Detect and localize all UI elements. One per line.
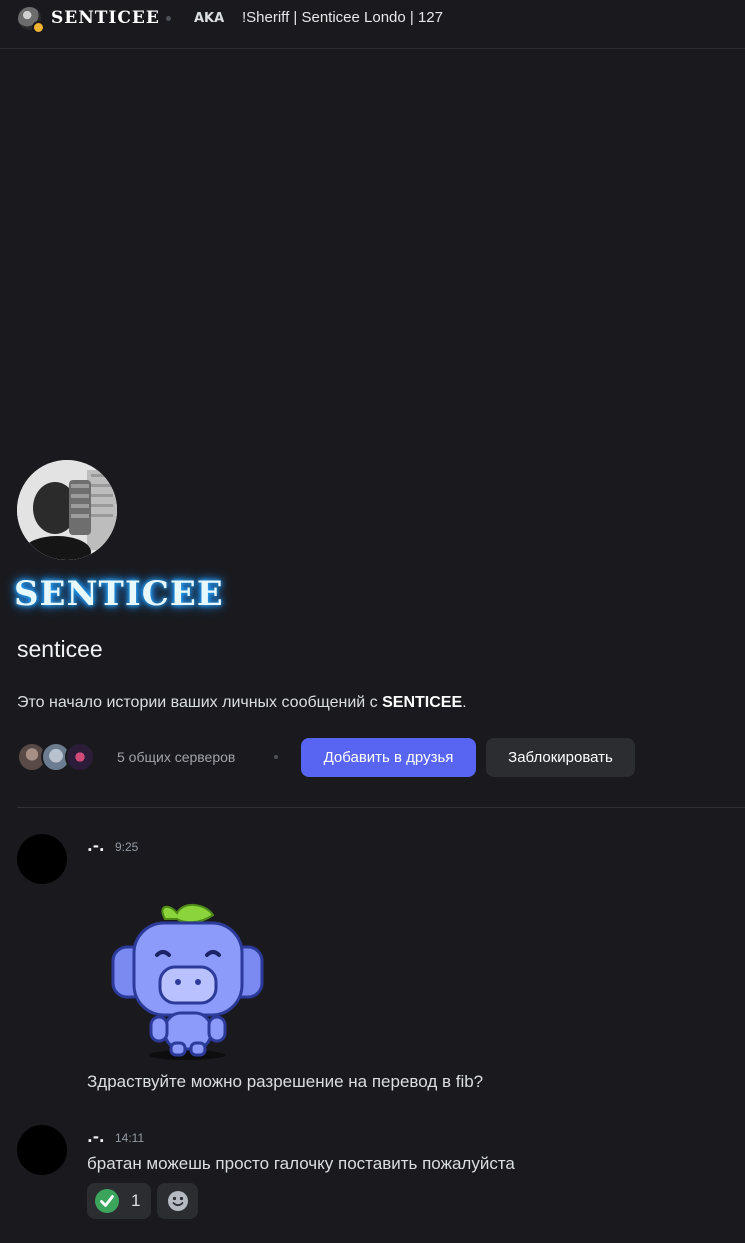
wumpus-icon [111,904,264,1060]
wumpus-sticker[interactable] [87,895,277,1065]
status-idle-icon [32,21,45,34]
profile-display-name: SENTICEE [14,574,224,614]
intro-suffix: . [462,694,467,711]
profile-photo [17,460,117,560]
header-username[interactable]: SENTICEE [51,8,160,28]
block-button[interactable]: Заблокировать [486,738,635,777]
separator-dot [166,16,171,21]
message-timestamp: 14:11 [115,1131,145,1145]
reaction-check[interactable]: 1 [87,1183,151,1219]
message-timestamp: 9:25 [115,840,139,854]
check-mark-icon [95,1189,119,1213]
add-reaction-button[interactable] [157,1183,198,1219]
separator-dot [274,755,278,759]
mutual-servers-link[interactable]: 5 общих серверов [117,749,235,765]
message-author[interactable]: .-. [87,837,105,855]
dm-header: SENTICEE AKA !Sheriff | Senticee Londo |… [0,0,745,49]
divider [17,807,745,808]
message-text: братан можешь просто галочку поставить п… [87,1154,515,1173]
aka-label: AKA [194,11,225,26]
profile-actions: 5 общих серверов Добавить в друзья Забло… [17,738,737,778]
mutual-server-icon[interactable] [65,742,95,772]
message-avatar[interactable] [17,1125,67,1175]
aka-nicknames[interactable]: !Sheriff | Senticee Londo | 127 [242,9,443,26]
profile-username: senticee [17,636,103,662]
smile-icon [167,1191,188,1211]
dm-intro-text: Это начало истории ваших личных сообщени… [17,694,467,712]
message-author[interactable]: .-. [87,1128,105,1146]
intro-name: SENTICEE [382,694,463,711]
message-text: Здраствуйте можно разрешение на перевод … [87,1072,484,1091]
message-avatar[interactable] [17,834,67,884]
add-friend-button[interactable]: Добавить в друзья [301,738,476,777]
profile-avatar[interactable] [17,460,117,560]
intro-prefix: Это начало истории ваших личных сообщени… [17,694,383,711]
reaction-count: 1 [131,1191,141,1210]
